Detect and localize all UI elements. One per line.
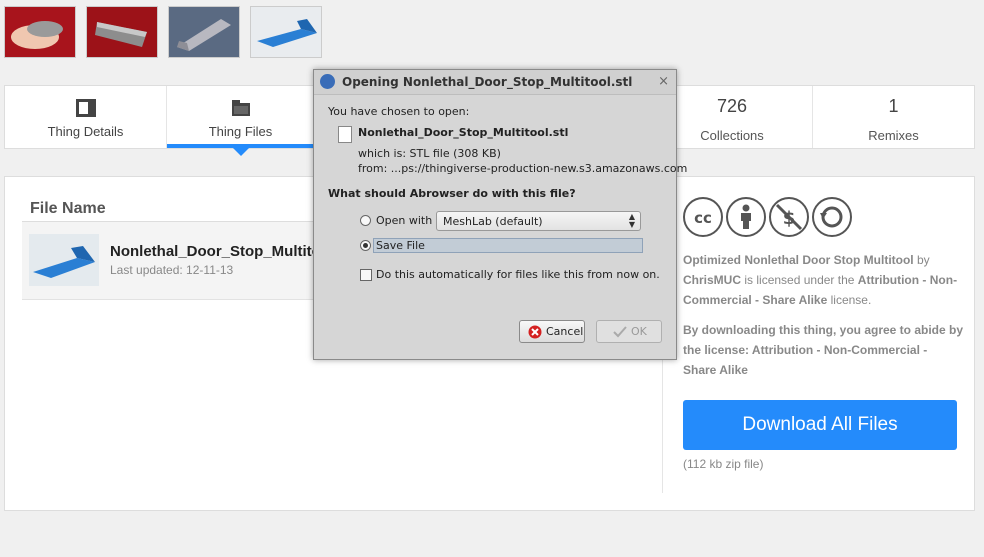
thing-details-icon [75, 99, 96, 117]
file-thumb-image [29, 234, 99, 286]
auto-checkbox[interactable] [360, 269, 372, 281]
dialog-title: Opening Nonlethal_Door_Stop_Multitool.st… [342, 75, 633, 89]
opening-file-dialog: Opening Nonlethal_Door_Stop_Multitool.st… [313, 69, 687, 360]
thumb-image [5, 7, 75, 57]
thing-title[interactable]: Optimized Nonlethal Door Stop Multitool [683, 253, 914, 267]
tab-label: Remixes [868, 128, 919, 143]
cancel-icon [528, 325, 542, 339]
open-with-label[interactable]: Open with [376, 214, 432, 227]
cancel-button[interactable]: Cancel [519, 320, 585, 343]
cancel-label: Cancel [546, 325, 584, 338]
tab-label: Thing Files [208, 124, 273, 139]
save-file-radio[interactable] [360, 240, 371, 251]
ok-label: OK [631, 325, 647, 338]
save-file-label[interactable]: Save File [376, 239, 425, 252]
remixes-count: 1 [888, 96, 899, 116]
cc-icon[interactable]: cc [683, 197, 723, 237]
open-with-radio[interactable] [360, 215, 371, 226]
license-is-licensed: is licensed under the [744, 273, 855, 287]
license-by: by [917, 253, 930, 267]
attribution-icon[interactable] [726, 197, 766, 237]
license-text: Optimized Nonlethal Door Stop Multitool … [683, 250, 963, 310]
noncommercial-icon[interactable]: $ [769, 197, 809, 237]
thumbnail-2[interactable] [86, 6, 158, 58]
active-tab-caret [232, 148, 249, 156]
thumb-image [251, 7, 321, 57]
file-type: which is: STL file (308 KB) [358, 147, 501, 160]
folder-icon [231, 100, 250, 116]
select-arrows-icon: ▲ ▼ [628, 212, 635, 229]
download-all-button[interactable]: Download All Files [683, 400, 957, 450]
license-agreement: By downloading this thing, you agree to … [683, 323, 964, 377]
file-source: from: ...ps://thingiverse-production-new… [358, 162, 688, 175]
dialog-filename: Nonlethal_Door_Stop_Multitool.stl [358, 126, 569, 139]
sharealike-icon[interactable] [812, 197, 852, 237]
tab-remixes[interactable]: 1 Remixes [813, 86, 974, 148]
dialog-titlebar[interactable]: Opening Nonlethal_Door_Stop_Multitool.st… [314, 70, 676, 95]
chosen-label: You have chosen to open: [328, 105, 470, 118]
file-thumbnail [29, 234, 99, 286]
thumb-image [87, 7, 157, 57]
tab-label: Thing Details [47, 124, 124, 139]
thumbnail-4[interactable] [250, 6, 322, 58]
file-icon [338, 126, 352, 143]
download-size: (112 kb zip file) [683, 457, 764, 471]
ok-button[interactable]: OK [596, 320, 662, 343]
thumbnail-1[interactable] [4, 6, 76, 58]
open-with-app: MeshLab (default) [443, 215, 543, 228]
thumbnail-3[interactable] [168, 6, 240, 58]
tab-thing-files[interactable]: Thing Files [167, 86, 315, 156]
svg-text:cc: cc [694, 209, 712, 227]
file-updated: Last updated: 12-11-13 [110, 263, 234, 277]
author-link[interactable]: ChrisMUC [683, 273, 741, 287]
auto-label[interactable]: Do this automatically for files like thi… [376, 268, 660, 281]
file-name-header: File Name [30, 200, 106, 217]
thumb-image [169, 7, 239, 57]
check-icon [613, 326, 627, 338]
browser-logo-icon [320, 74, 335, 89]
close-icon[interactable]: × [658, 74, 669, 89]
question-label: What should Abrowser do with this file? [328, 187, 576, 200]
license-suffix: license. [830, 293, 872, 307]
tab-thing-details[interactable]: Thing Details [5, 86, 167, 148]
open-with-select[interactable]: MeshLab (default) ▲ ▼ [436, 211, 641, 231]
file-name[interactable]: Nonlethal_Door_Stop_Multito [110, 243, 321, 260]
